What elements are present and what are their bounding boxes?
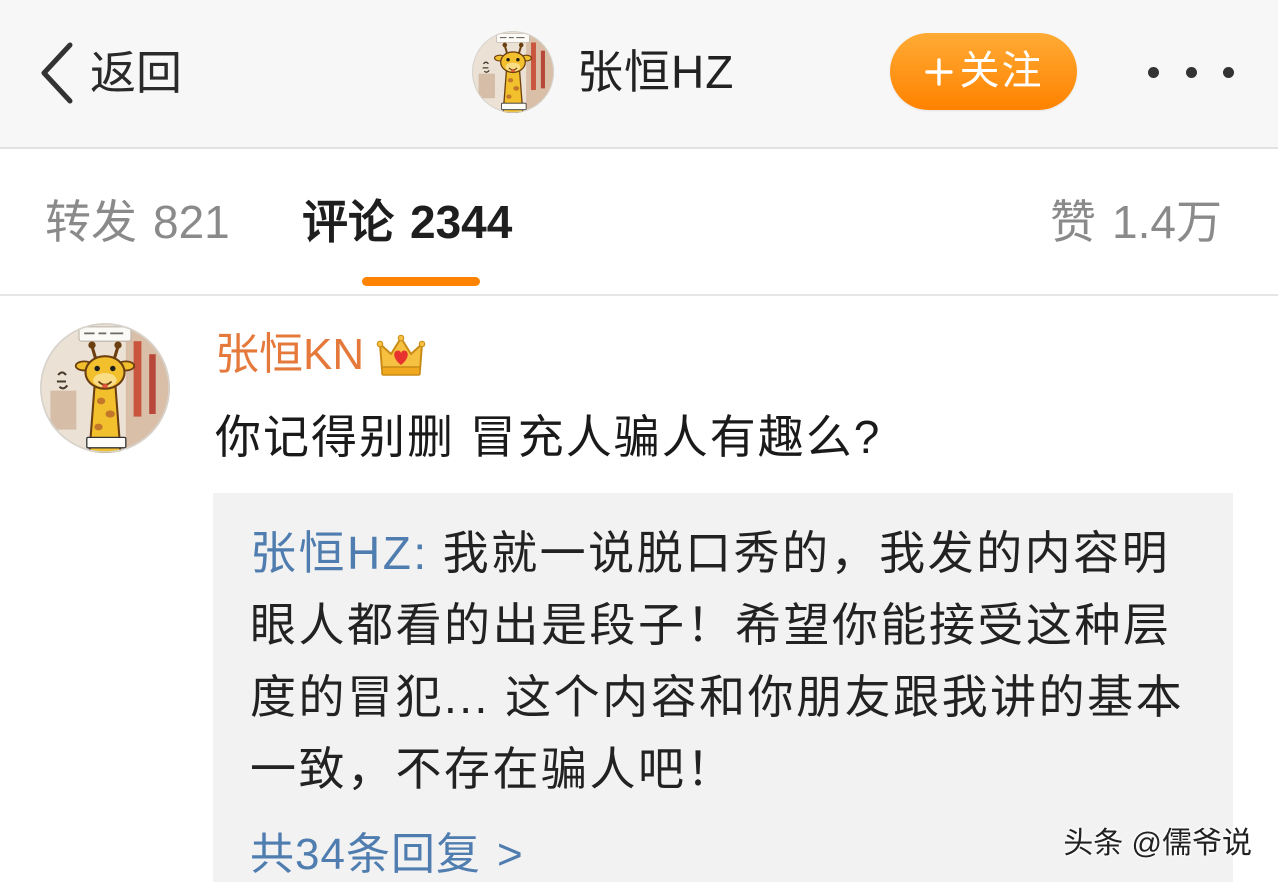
tab-label[interactable]: 转发 xyxy=(45,196,137,248)
dot xyxy=(1148,66,1159,78)
post-tabs: 转发 821 评论 2344 赞 1.4万 xyxy=(0,151,1278,296)
plus-icon[interactable] xyxy=(924,57,954,87)
follow-label[interactable]: 关注 xyxy=(960,33,1044,110)
top-nav-bar: 返回 张恒HZ 关注 xyxy=(0,0,1278,149)
reply-author-link[interactable]: 张恒HZ: xyxy=(250,527,429,579)
reply-line: 张恒HZ: 我就一说脱口秀的，我发的内容明 xyxy=(250,517,1184,589)
tab-count[interactable]: 2344 xyxy=(410,196,512,248)
view-all-replies-label[interactable]: 共34条回复 xyxy=(250,830,481,879)
dot xyxy=(1185,66,1197,78)
tab-label[interactable]: 赞 xyxy=(1050,196,1096,248)
chevron-right-icon[interactable]: > xyxy=(497,830,524,879)
comment-username[interactable]: 张恒KN xyxy=(215,325,364,385)
tab-reposts[interactable]: 转发 821 xyxy=(45,192,230,252)
comment-author[interactable]: 张恒KN xyxy=(215,325,426,385)
tab-count[interactable]: 1.4万 xyxy=(1112,196,1222,248)
reply-content: 张恒HZ: 我就一说脱口秀的，我发的内容明 眼人都看的出是段子！希望你能接受这种层… xyxy=(250,517,1184,805)
view-all-replies-link[interactable]: 共34条回复 > xyxy=(250,819,524,891)
more-dots-icon[interactable] xyxy=(1148,64,1234,80)
chevron-left-icon[interactable] xyxy=(38,41,76,105)
watermark: 头条 @儒爷说 xyxy=(1063,827,1252,860)
back-button[interactable]: 返回 xyxy=(38,40,182,106)
vip-crown-icon[interactable] xyxy=(376,330,426,380)
reply-line: 一致，不存在骗人吧！ xyxy=(250,743,735,795)
dot xyxy=(1223,66,1234,78)
comment-text: 你记得别删 冒充人骗人有趣么? xyxy=(215,411,882,463)
follow-button[interactable]: 关注 xyxy=(890,33,1077,110)
reply-line: 眼人都看的出是段子！希望你能接受这种层 xyxy=(250,599,1172,651)
reply-line: 度的冒犯... 这个内容和你朋友跟我讲的基本 xyxy=(250,671,1185,723)
tab-comments[interactable]: 评论 2344 xyxy=(302,192,512,252)
reply-text: 我就一说脱口秀的，我发的内容明 xyxy=(442,527,1171,579)
back-label[interactable]: 返回 xyxy=(90,40,182,106)
tab-label[interactable]: 评论 xyxy=(302,196,394,248)
comment-avatar[interactable] xyxy=(40,323,170,453)
tab-count[interactable]: 821 xyxy=(153,196,230,248)
active-tab-indicator xyxy=(362,277,480,286)
tab-likes[interactable]: 赞 1.4万 xyxy=(1050,192,1222,252)
header-avatar[interactable] xyxy=(472,31,554,113)
page-title[interactable]: 张恒HZ xyxy=(577,39,734,105)
